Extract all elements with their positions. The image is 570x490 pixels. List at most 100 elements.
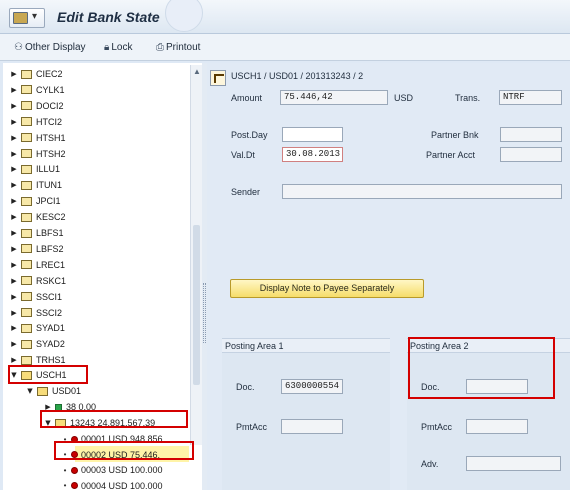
printout-button[interactable]: ⎙ Printout: [156, 39, 200, 55]
tree-node-cylk1[interactable]: ▶ CYLK1: [9, 82, 65, 98]
tree-node-kesc2[interactable]: ▶ KESC2: [9, 209, 66, 225]
expand-closed-icon[interactable]: ▶: [9, 102, 19, 110]
expand-closed-icon[interactable]: ▶: [9, 309, 19, 317]
document-header-icon: [210, 70, 226, 86]
expand-closed-icon[interactable]: ▶: [9, 197, 19, 205]
tree-node-ciec2[interactable]: ▶ CIEC2: [9, 66, 63, 82]
tree-node-label: CYLK1: [36, 84, 65, 95]
trans-label: Trans.: [455, 93, 481, 103]
tree-node-lrec1[interactable]: ▶ LREC1: [9, 257, 65, 273]
tree-item-3[interactable]: • 00003 USD 100.000: [61, 462, 163, 478]
tree-node-label: HTSH2: [36, 148, 66, 159]
expand-closed-icon[interactable]: ▶: [9, 165, 19, 173]
tree-node-label: ILLU1: [36, 164, 61, 175]
tree-node-lbfs2[interactable]: ▶ LBFS2: [9, 241, 63, 257]
tree-node-rskc1[interactable]: ▶ RSKC1: [9, 273, 66, 289]
app-menu-icon: [13, 12, 28, 24]
title-decoration: [165, 0, 203, 32]
tree-node-usd01[interactable]: ▼ USD01: [25, 383, 81, 399]
tree-node-doci2[interactable]: ▶ DOCI2: [9, 98, 64, 114]
valdt-field[interactable]: 30.08.2013: [282, 147, 343, 162]
partner-bnk-field[interactable]: [500, 127, 562, 142]
area1-doc-field[interactable]: 6300000554: [281, 379, 343, 394]
window-title: Edit Bank State: [57, 9, 160, 25]
tree-node-label: TRHS1: [36, 355, 66, 366]
tree-node-ssci2[interactable]: ▶ SSCI2: [9, 305, 62, 321]
expand-open-icon: ▼: [27, 387, 33, 395]
tree-node-jpci1[interactable]: ▶ JPCI1: [9, 193, 60, 209]
tree-node-label: CIEC2: [36, 69, 63, 79]
sender-field[interactable]: [282, 184, 562, 199]
expand-closed-icon[interactable]: ▶: [9, 86, 19, 94]
application-toolbar: ⚇ Other Display 🔒︎ Lock ⎙ Printout: [0, 34, 570, 61]
currency-label: USD: [394, 93, 414, 103]
tree-node-htsh1[interactable]: ▶ HTSH1: [9, 130, 65, 146]
highlight-usch1: [8, 365, 88, 384]
display-note-button[interactable]: Display Note to Payee Separately: [230, 279, 424, 298]
splitter-grip[interactable]: [203, 283, 206, 343]
expand-closed-icon[interactable]: ▶: [9, 261, 19, 269]
tree-node-label: ITUN1: [36, 180, 63, 191]
postday-field[interactable]: [282, 127, 343, 142]
area2-adv-field[interactable]: [466, 456, 561, 471]
tree-node-illu1[interactable]: ▶ ILLU1: [9, 161, 60, 177]
folder-icon: [21, 308, 32, 317]
tree-node-lbfs1[interactable]: ▶ LBFS1: [9, 225, 63, 241]
expand-closed-icon[interactable]: ▶: [9, 324, 19, 332]
tree-scrollbar[interactable]: ▲: [190, 65, 202, 445]
expand-closed-icon[interactable]: ▶: [9, 118, 19, 126]
area2-pmtacc-field[interactable]: [466, 419, 528, 434]
folder-icon: [21, 212, 32, 222]
folder-icon: [21, 228, 32, 238]
partner-acct-field[interactable]: [500, 147, 562, 162]
expand-closed-icon[interactable]: ▶: [9, 181, 19, 189]
expand-closed-icon[interactable]: ▶: [9, 150, 19, 158]
tree-node-label: SSCI1: [36, 291, 63, 302]
expand-closed-icon[interactable]: ▶: [9, 293, 19, 301]
tree-node-label: KESC2: [36, 212, 66, 223]
sender-label: Sender: [231, 187, 261, 197]
folder-icon: [21, 180, 32, 190]
folder-icon: [21, 149, 32, 158]
tree-node-label: LREC1: [36, 259, 66, 270]
expand-closed-icon[interactable]: ▶: [9, 70, 19, 78]
expand-closed-icon[interactable]: ▶: [9, 229, 19, 237]
expand-closed-icon[interactable]: ▶: [9, 134, 19, 142]
lock-icon: 🔒︎: [104, 41, 110, 53]
tree-node-htci2[interactable]: ▶ HTCI2: [9, 114, 62, 130]
lock-button[interactable]: 🔒︎ Lock: [104, 39, 132, 55]
folder-icon: [21, 292, 32, 302]
trans-field[interactable]: NTRF: [499, 90, 562, 105]
tree-node-syad1[interactable]: ▶ SYAD1: [9, 320, 65, 336]
tree-node-htsh2[interactable]: ▶ HTSH2: [9, 146, 66, 162]
tree-node-ssci1[interactable]: ▶ SSCI1: [9, 289, 62, 305]
expand-closed-icon[interactable]: ▶: [9, 213, 19, 221]
area1-pmtacc-field[interactable]: [281, 419, 343, 434]
folder-icon: [21, 101, 32, 111]
other-display-button[interactable]: ⚇ Other Display: [14, 39, 86, 55]
printout-label: Printout: [166, 41, 201, 53]
printer-icon: ⎙: [156, 41, 164, 53]
expand-closed-icon[interactable]: ▶: [9, 356, 19, 364]
tree-node-label: DOCI2: [36, 100, 64, 111]
folder-open-icon: [37, 386, 48, 396]
folder-icon: [21, 323, 32, 333]
dropdown-arrow-icon: ▾: [32, 11, 38, 22]
partner-bnk-label: Partner Bnk: [431, 130, 479, 140]
expand-closed-icon[interactable]: ▶: [9, 340, 19, 348]
tree-item-4[interactable]: • 00004 USD 100.000: [61, 478, 163, 490]
expand-closed-icon[interactable]: ▶: [9, 277, 19, 285]
item-detail-panel: USCH1 / USD01 / 201313243 / 2 Amount 75.…: [207, 63, 570, 490]
tree-node-label: USD01: [52, 386, 82, 396]
system-menu-button[interactable]: ▾: [9, 8, 45, 28]
tree-item-label: 00003 USD 100.000: [81, 465, 163, 475]
scroll-thumb[interactable]: [193, 225, 200, 385]
folder-icon: [21, 244, 32, 254]
tree-node-syad2[interactable]: ▶ SYAD2: [9, 336, 65, 352]
expand-closed-icon[interactable]: ▶: [9, 245, 19, 253]
amount-field[interactable]: 75.446,42: [280, 90, 388, 105]
tree-node-itun1[interactable]: ▶ ITUN1: [9, 177, 62, 193]
folder-icon: [21, 355, 32, 365]
red-star-status-icon: [71, 466, 78, 474]
scroll-up-icon[interactable]: ▲: [193, 67, 201, 76]
